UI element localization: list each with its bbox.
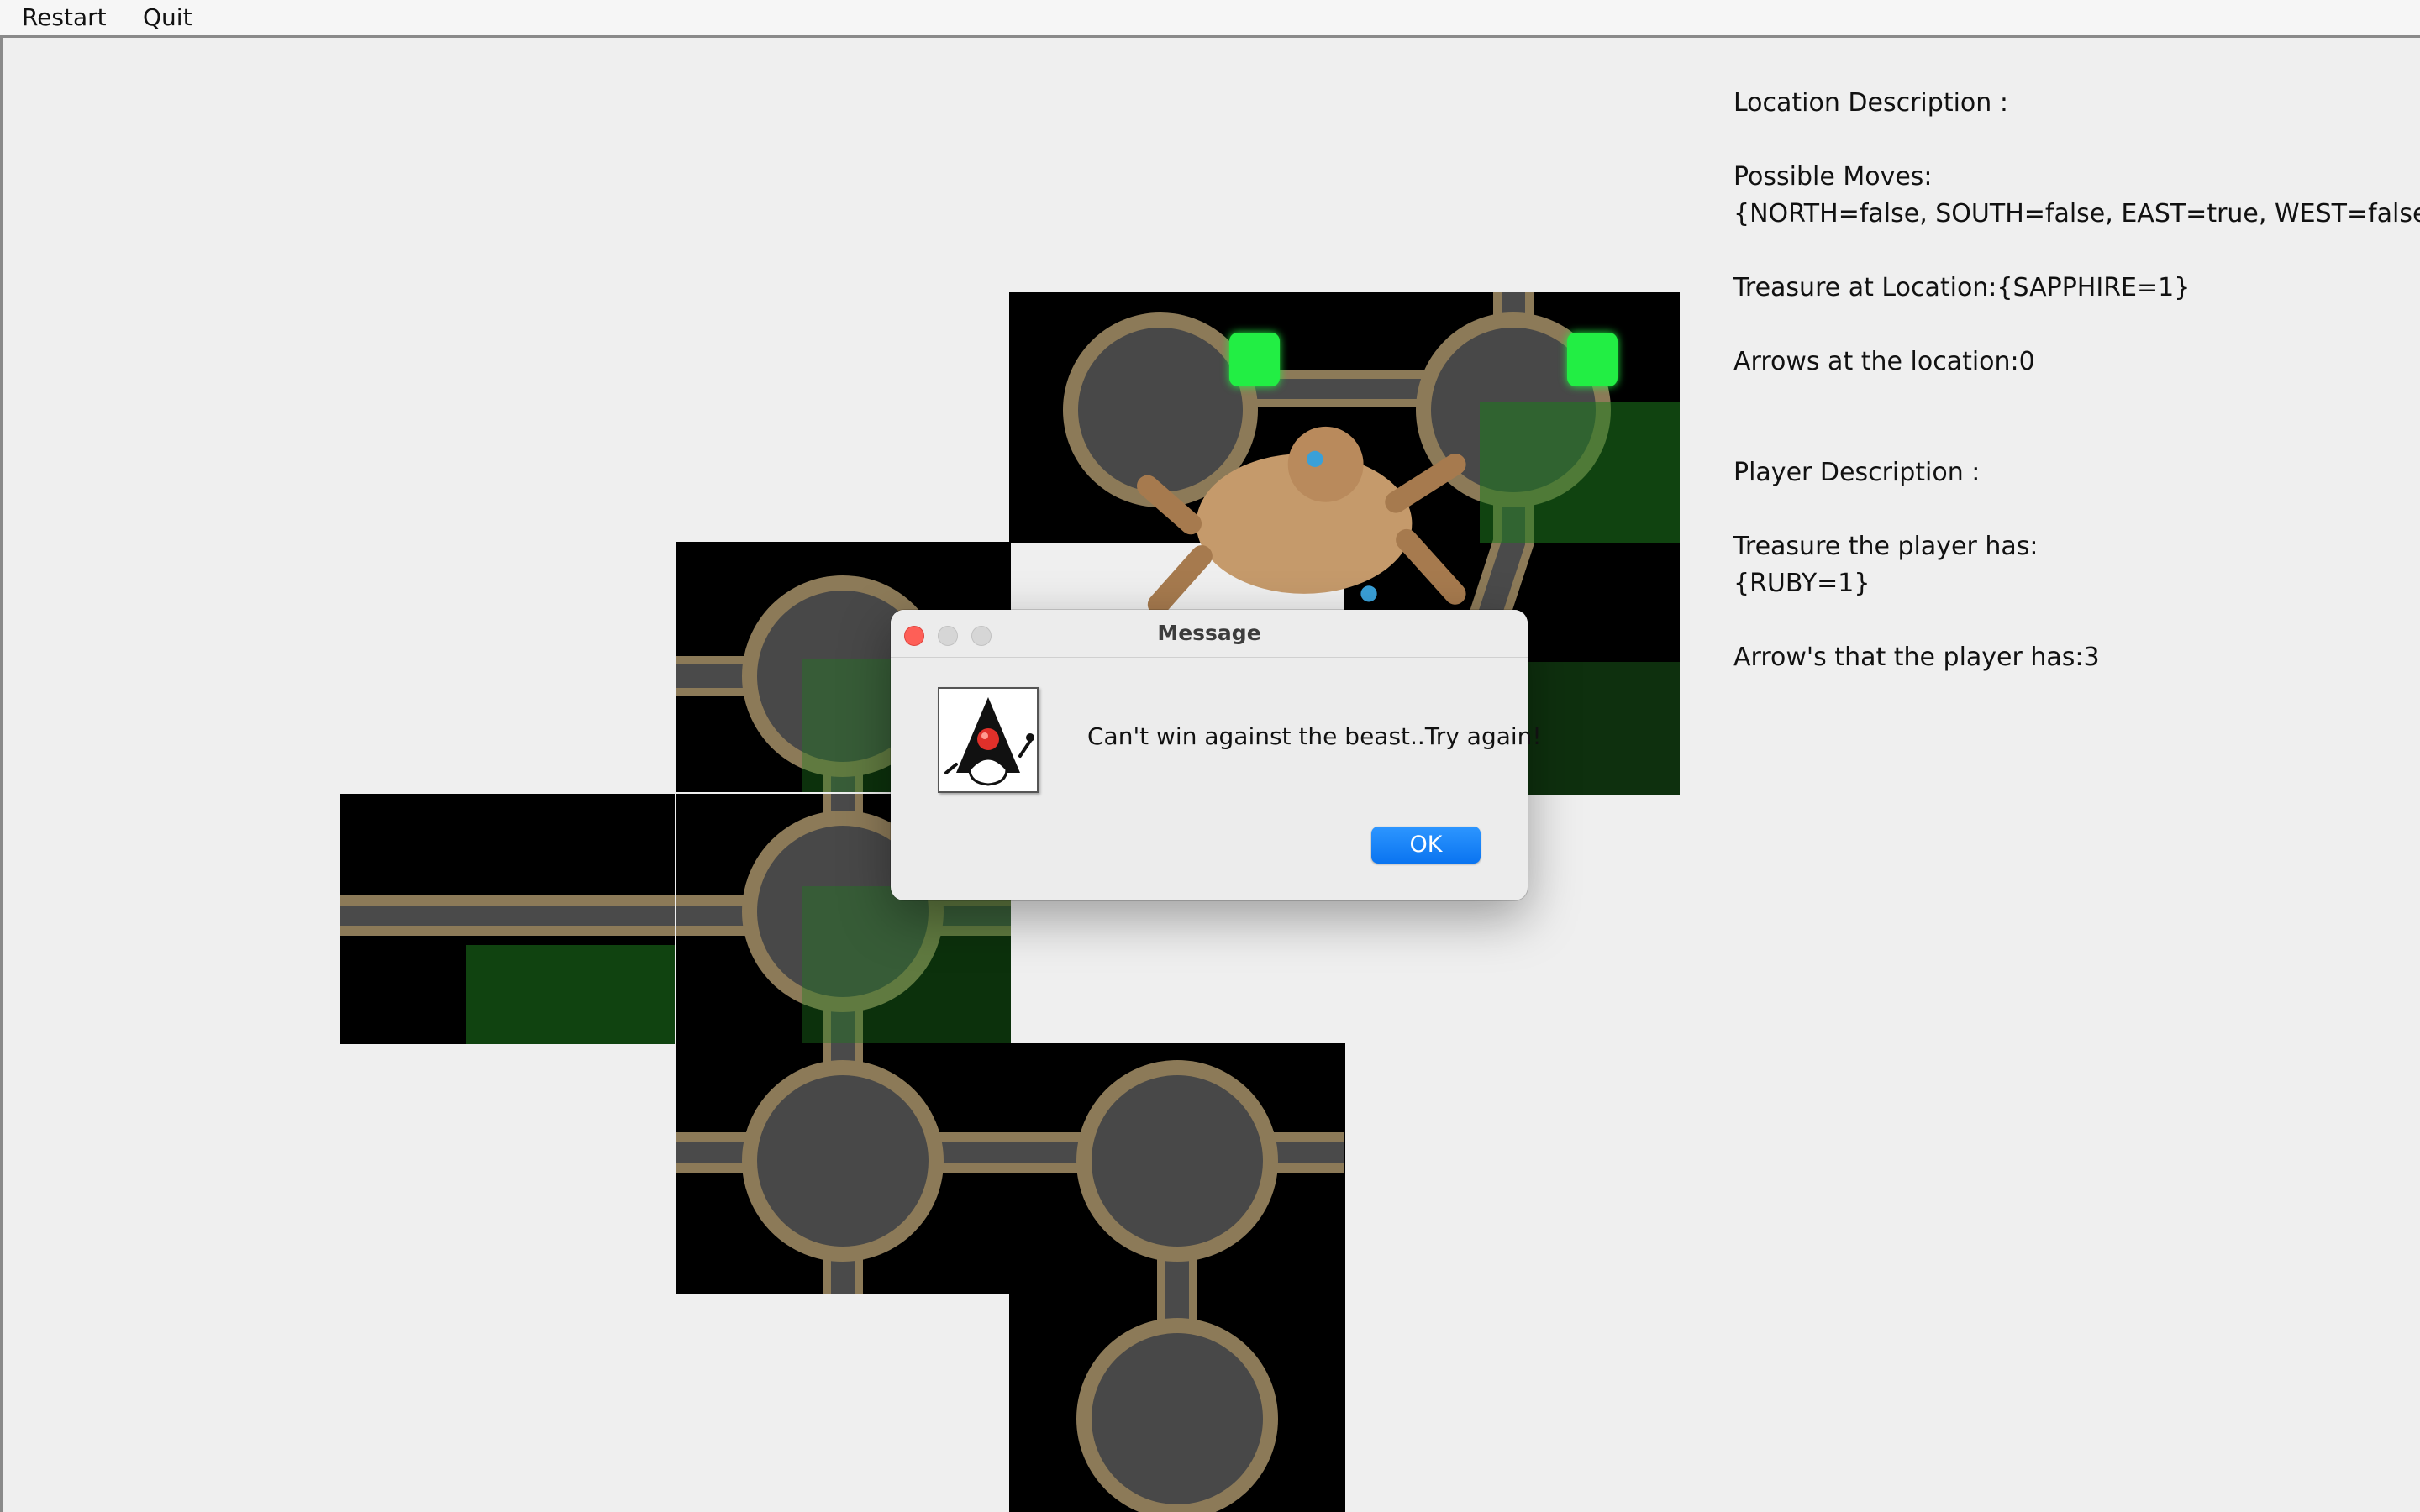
- dialog-message: Can't win against the beast..Try again!: [1087, 722, 1542, 750]
- dungeon-tile-west-corridor: [340, 794, 675, 1044]
- player-arrows: Arrow's that the player has:3: [1733, 643, 2100, 672]
- dungeon-tile-bottom-right: [1009, 1043, 1345, 1294]
- dungeon-tile-bottom-left: [676, 1043, 1011, 1294]
- message-dialog: Message Can't win against the beast..Try…: [891, 610, 1542, 900]
- monster-icon: [1137, 393, 1466, 616]
- player-marker-icon: [1567, 333, 1618, 386]
- dungeon-tile-south-cave: [1009, 1293, 1345, 1512]
- player-description-header: Player Description :: [1733, 458, 1981, 487]
- maximize-window-button[interactable]: [971, 626, 992, 646]
- player-marker-icon: [1229, 333, 1280, 386]
- minimize-window-button[interactable]: [938, 626, 958, 646]
- restart-menu[interactable]: Restart: [22, 3, 107, 31]
- ok-button[interactable]: OK: [1371, 827, 1481, 864]
- treasure-at-location: Treasure at Location:{SAPPHIRE=1}: [1733, 273, 2191, 302]
- location-description-header: Location Description :: [1733, 88, 2008, 118]
- player-treasure-label: Treasure the player has:: [1733, 532, 2039, 561]
- possible-moves-value: {NORTH=false, SOUTH=false, EAST=true, WE…: [1733, 199, 2420, 228]
- close-window-button[interactable]: [904, 626, 924, 646]
- menu-bar: Restart Quit: [0, 0, 2420, 38]
- java-duke-icon: [938, 687, 1039, 793]
- possible-moves-label: Possible Moves:: [1733, 162, 1933, 192]
- player-treasure-value: {RUBY=1}: [1733, 569, 1870, 598]
- arrows-at-location: Arrows at the location:0: [1733, 347, 2035, 376]
- quit-menu[interactable]: Quit: [143, 3, 192, 31]
